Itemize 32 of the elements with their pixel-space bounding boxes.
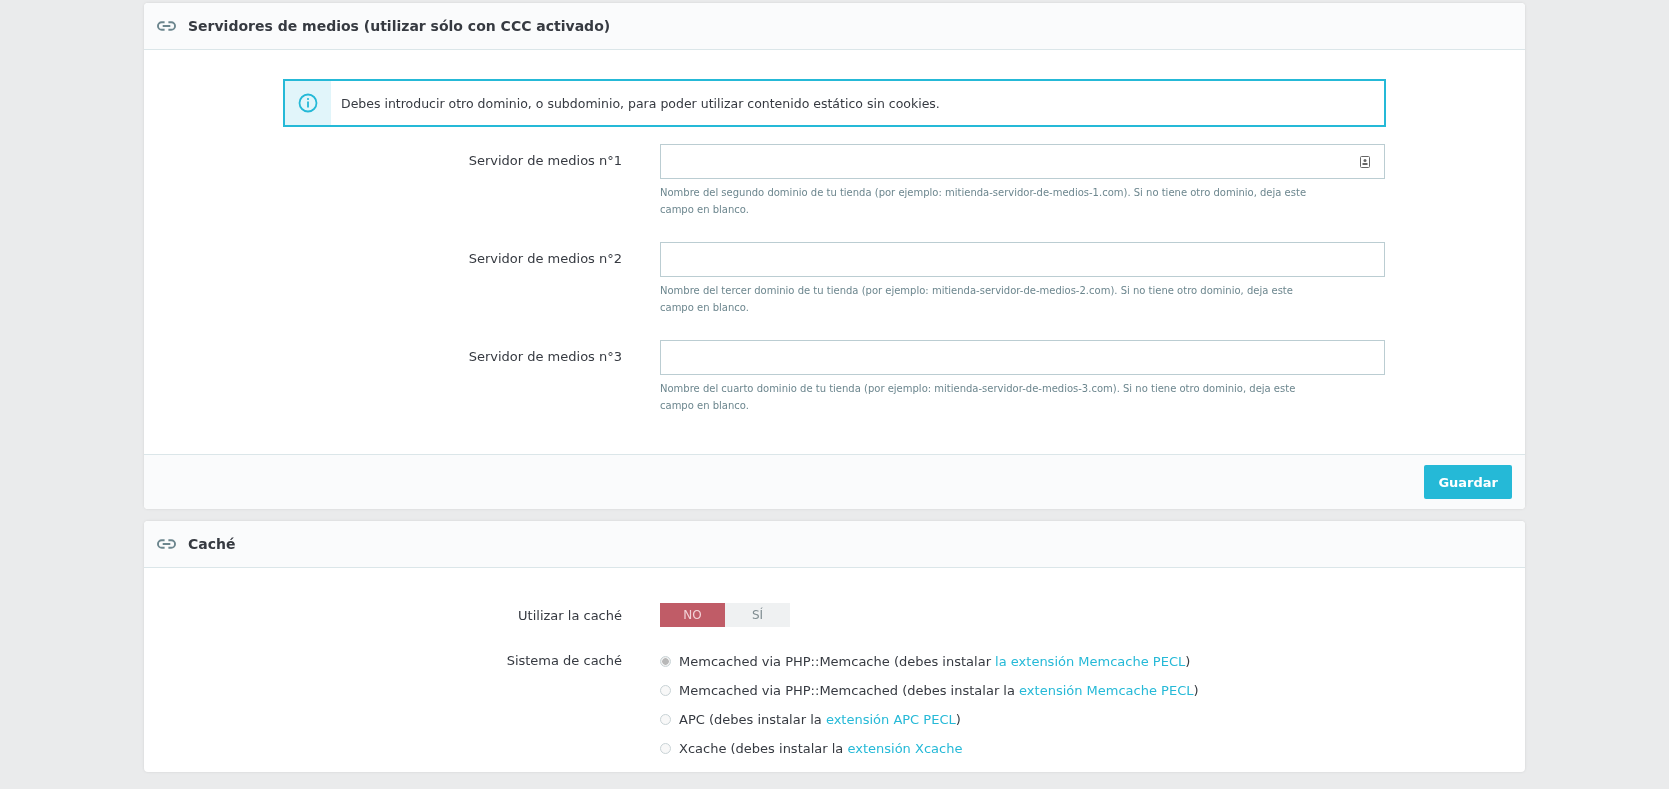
toggle-option[interactable]: SÍ <box>725 603 790 627</box>
alert-text: Debes introducir otro dominio, o subdominio, para poder utilizar contenido estático sin cookies. <box>340 95 940 111</box>
input-field[interactable] <box>660 242 1385 277</box>
radio-button[interactable] <box>660 685 671 696</box>
radio-option-label: Memcached via PHP::Memcache (debes instalar la extensión Memcache PECL) <box>679 654 1191 669</box>
save-button[interactable]: Guardar <box>1424 465 1512 499</box>
extension-link[interactable]: extensión Xcache <box>847 741 963 756</box>
input-field[interactable] <box>660 144 1385 179</box>
help-text: Nombre del tercer dominio de tu tienda (por ejemplo: mitienda-servidor-de-medios-2.com). Si no tiene otro dominio, deja este campo en blanco. <box>660 284 1294 315</box>
field-label: Utilizar la caché <box>518 608 622 623</box>
link-icon <box>157 538 176 550</box>
help-text: Nombre del cuarto dominio de tu tienda (por ejemplo: mitienda-servidor-de-medios-3.com). Si no tiene otro dominio, deja este campo en blanco. <box>660 382 1297 413</box>
extension-link[interactable]: la extensión Memcache PECL <box>995 654 1186 669</box>
field-label: Sistema de caché <box>506 653 622 668</box>
help-text: Nombre del segundo dominio de tu tienda (por ejemplo: mitienda-servidor-de-medios-1.com). Si no tiene otro dominio, deja este campo en blanco. <box>660 186 1308 217</box>
link-icon <box>157 20 176 32</box>
field-label: Servidor de medios n°3 <box>468 349 622 364</box>
radio-option-label: Memcached via PHP::Memcached (debes instalar la extensión Memcache PECL) <box>679 683 1199 698</box>
panel-title: Servidores de medios (utilizar sólo con CCC activado) <box>188 18 611 34</box>
field-label: Servidor de medios n°1 <box>468 153 622 168</box>
radio-button[interactable] <box>660 714 671 725</box>
radio-button[interactable] <box>660 656 671 667</box>
panel-title: Caché <box>188 536 236 552</box>
extension-link[interactable]: extensión Memcache PECL <box>1019 683 1194 698</box>
info-icon <box>298 93 318 113</box>
field-label: Servidor de medios n°2 <box>468 251 622 266</box>
extension-link[interactable]: extensión APC PECL <box>825 712 956 727</box>
toggle-option[interactable]: NO <box>660 603 725 627</box>
radio-option-label: APC (debes instalar la extensión APC PECL) <box>679 712 961 727</box>
radio-button[interactable] <box>660 743 671 754</box>
radio-option-label: Xcache (debes instalar la extensión Xcache <box>679 741 963 756</box>
input-field[interactable] <box>660 340 1385 375</box>
